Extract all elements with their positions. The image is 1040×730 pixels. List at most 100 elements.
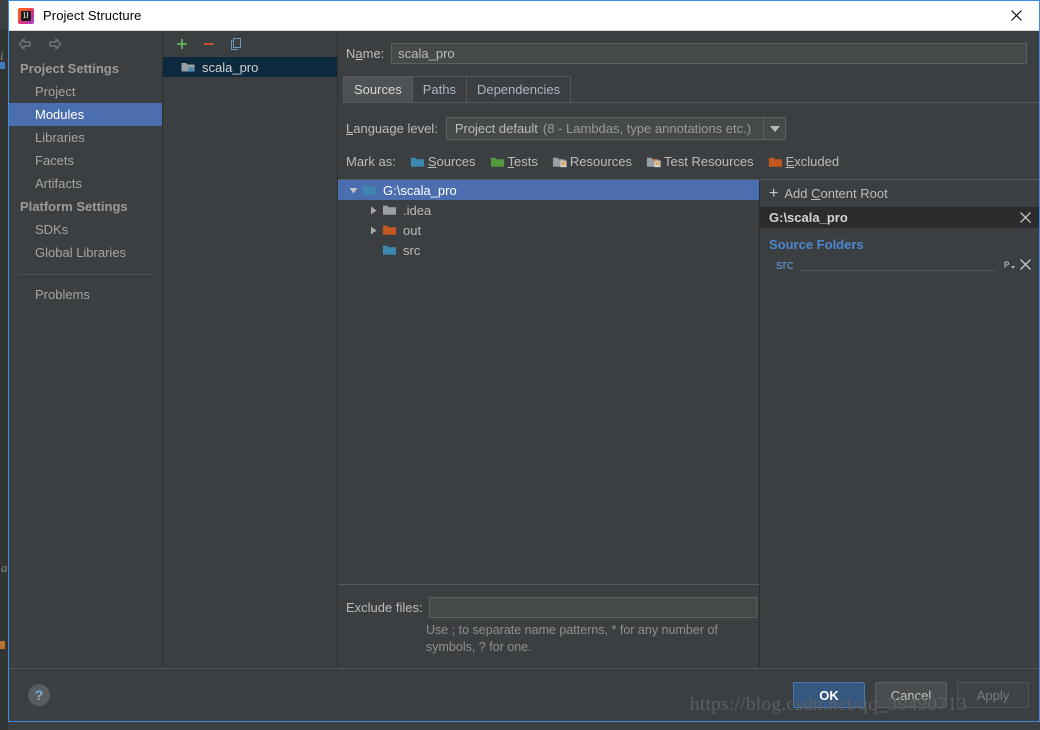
folder-test-resources-icon — [646, 157, 661, 167]
module-folder-icon — [181, 63, 195, 72]
sources-split: G:\scala_pro .idea out src Exclude files… — [338, 179, 1039, 668]
source-folder-dots — [801, 269, 996, 271]
sidebar-item-problems[interactable]: Problems — [9, 283, 162, 306]
module-name: scala_pro — [202, 59, 259, 75]
source-folders-title: Source Folders — [769, 237, 864, 252]
tree-row-out[interactable]: out — [338, 220, 759, 240]
close-icon[interactable] — [1020, 212, 1031, 223]
modules-list: scala_pro — [163, 57, 337, 668]
tree-row-src[interactable]: src — [338, 240, 759, 260]
mark-as-tests-label: Tests — [507, 154, 538, 169]
modules-toolbar — [163, 31, 337, 57]
mark-as-sources-button[interactable]: Sources — [410, 154, 476, 169]
exclude-files-label: Exclude files: — [346, 600, 423, 615]
twisty-expanded-icon[interactable] — [344, 186, 362, 195]
sidebar-item-artifacts[interactable]: Artifacts — [9, 172, 162, 195]
tree-row-label: src — [403, 242, 421, 258]
window-close-button[interactable] — [993, 1, 1039, 30]
intellij-idea-icon: IJ — [18, 7, 34, 24]
sidebar-item-libraries[interactable]: Libraries — [9, 126, 162, 149]
tree-row-idea[interactable]: .idea — [338, 200, 759, 220]
tree-row-content-root[interactable]: G:\scala_pro — [338, 180, 759, 200]
dialog-title: Project Structure — [43, 8, 142, 23]
folder-excluded-icon — [382, 225, 397, 235]
sidebar-nav-toolbar — [9, 31, 162, 57]
add-content-root-button[interactable]: + Add Content RootAdd Content Root — [760, 180, 1039, 207]
mark-as-label: Mark as: — [346, 154, 396, 169]
module-name-row: Name: scala_pro — [338, 31, 1039, 64]
ok-button[interactable]: OK — [793, 682, 865, 708]
sidebar-item-modules[interactable]: Modules — [9, 103, 162, 126]
arrow-left-icon[interactable] — [17, 36, 33, 52]
mark-as-sources-label: Sources — [427, 154, 476, 169]
sidebar-section-project-settings: Project Settings — [20, 61, 119, 76]
source-folder-row-src[interactable]: src P — [760, 256, 1039, 273]
module-tabs: Sources Paths Dependencies — [343, 76, 1039, 103]
language-level-dropdown-arrow[interactable] — [763, 118, 785, 139]
add-content-root-label: Add Content RootAdd Content Root — [784, 186, 888, 201]
language-level-value-main: Project default — [454, 121, 538, 136]
source-folder-name: src — [776, 257, 794, 272]
dialog-body: Project Settings Project Modules Librari… — [9, 31, 1039, 668]
content-root-tree: G:\scala_pro .idea out src — [338, 180, 759, 584]
exclude-files-section: Exclude files: Use ; to separate name pa… — [338, 584, 759, 668]
tab-dependencies[interactable]: Dependencies — [465, 76, 572, 102]
sidebar-divider — [19, 274, 152, 275]
modules-list-item-scala-pro[interactable]: scala_pro — [163, 57, 337, 77]
sidebar-item-facets[interactable]: Facets — [9, 149, 162, 172]
language-level-row: Language level: Project default (8 - Lam… — [338, 103, 1039, 140]
background-text-glyph: i — [0, 48, 4, 63]
close-icon — [1010, 10, 1022, 21]
minus-icon[interactable] — [201, 36, 217, 52]
editor-gutter — [0, 30, 8, 730]
screenshot-root: i a IJ Project Structure Project Setting… — [0, 0, 1040, 730]
modules-panel: scala_pro — [163, 31, 338, 668]
mark-as-excluded-label: Excluded — [785, 154, 840, 169]
tree-row-label: out — [403, 222, 422, 238]
mark-as-excluded-button[interactable]: Excluded — [768, 154, 839, 169]
module-editor: Name: scala_pro Sources Paths Dependenci… — [338, 31, 1039, 668]
project-structure-dialog: IJ Project Structure Project Settings Pr… — [8, 0, 1040, 722]
plus-icon[interactable] — [174, 36, 190, 52]
tab-paths[interactable]: Paths — [411, 76, 467, 102]
mark-as-test-resources-button[interactable]: Test Resources — [646, 154, 754, 169]
copy-icon[interactable] — [228, 36, 244, 52]
svg-text:P: P — [1004, 260, 1010, 269]
tabs-filler — [570, 101, 1039, 102]
plus-icon: + — [769, 185, 779, 202]
chevron-down-icon — [769, 125, 780, 132]
help-button[interactable]: ? — [28, 684, 50, 706]
cancel-button[interactable]: Cancel — [875, 682, 947, 708]
exclude-files-hint: Use ; to separate name patterns, * for a… — [426, 623, 718, 654]
folder-sources-icon — [410, 157, 424, 167]
package-prefix-icon[interactable]: P — [1004, 259, 1016, 271]
dialog-titlebar: IJ Project Structure — [9, 1, 1039, 31]
sidebar-item-sdks[interactable]: SDKs — [9, 218, 162, 241]
language-level-combobox[interactable]: Project default (8 - Lambdas, type annot… — [445, 117, 787, 140]
mark-as-resources-label: Resources — [569, 154, 633, 169]
gutter-marker-orange — [0, 641, 5, 649]
content-root-details-pane: + Add Content RootAdd Content Root G:\sc… — [760, 179, 1039, 668]
tree-row-label: .idea — [403, 202, 432, 218]
language-level-label: Language level: — [346, 121, 438, 136]
exclude-files-input[interactable] — [428, 597, 757, 618]
twisty-collapsed-icon[interactable] — [364, 206, 382, 215]
dialog-footer: ? OK Cancel Apply — [9, 668, 1039, 721]
sidebar-item-global-libraries[interactable]: Global Libraries — [9, 241, 162, 264]
sidebar-item-project[interactable]: Project — [9, 80, 162, 103]
folder-icon — [382, 205, 397, 215]
mark-as-resources-button[interactable]: Resources — [552, 154, 632, 169]
close-icon[interactable] — [1020, 259, 1031, 270]
arrow-right-icon[interactable] — [47, 36, 63, 52]
settings-sidebar: Project Settings Project Modules Librari… — [9, 31, 163, 668]
twisty-collapsed-icon[interactable] — [364, 226, 382, 235]
language-level-value: Project default (8 - Lambdas, type annot… — [447, 118, 763, 139]
language-level-value-detail: (8 - Lambdas, type annotations etc.) — [542, 121, 752, 136]
mark-as-tests-button[interactable]: Tests — [490, 154, 538, 169]
folder-tests-icon — [490, 157, 504, 167]
tab-sources[interactable]: Sources — [343, 76, 413, 102]
mark-as-row: Mark as: Sources Tests Resources Test Re… — [338, 140, 1039, 169]
tree-row-label: G:\scala_pro — [383, 182, 457, 198]
name-field-label: Name: — [346, 46, 385, 61]
module-name-input[interactable]: scala_pro — [391, 43, 1027, 64]
